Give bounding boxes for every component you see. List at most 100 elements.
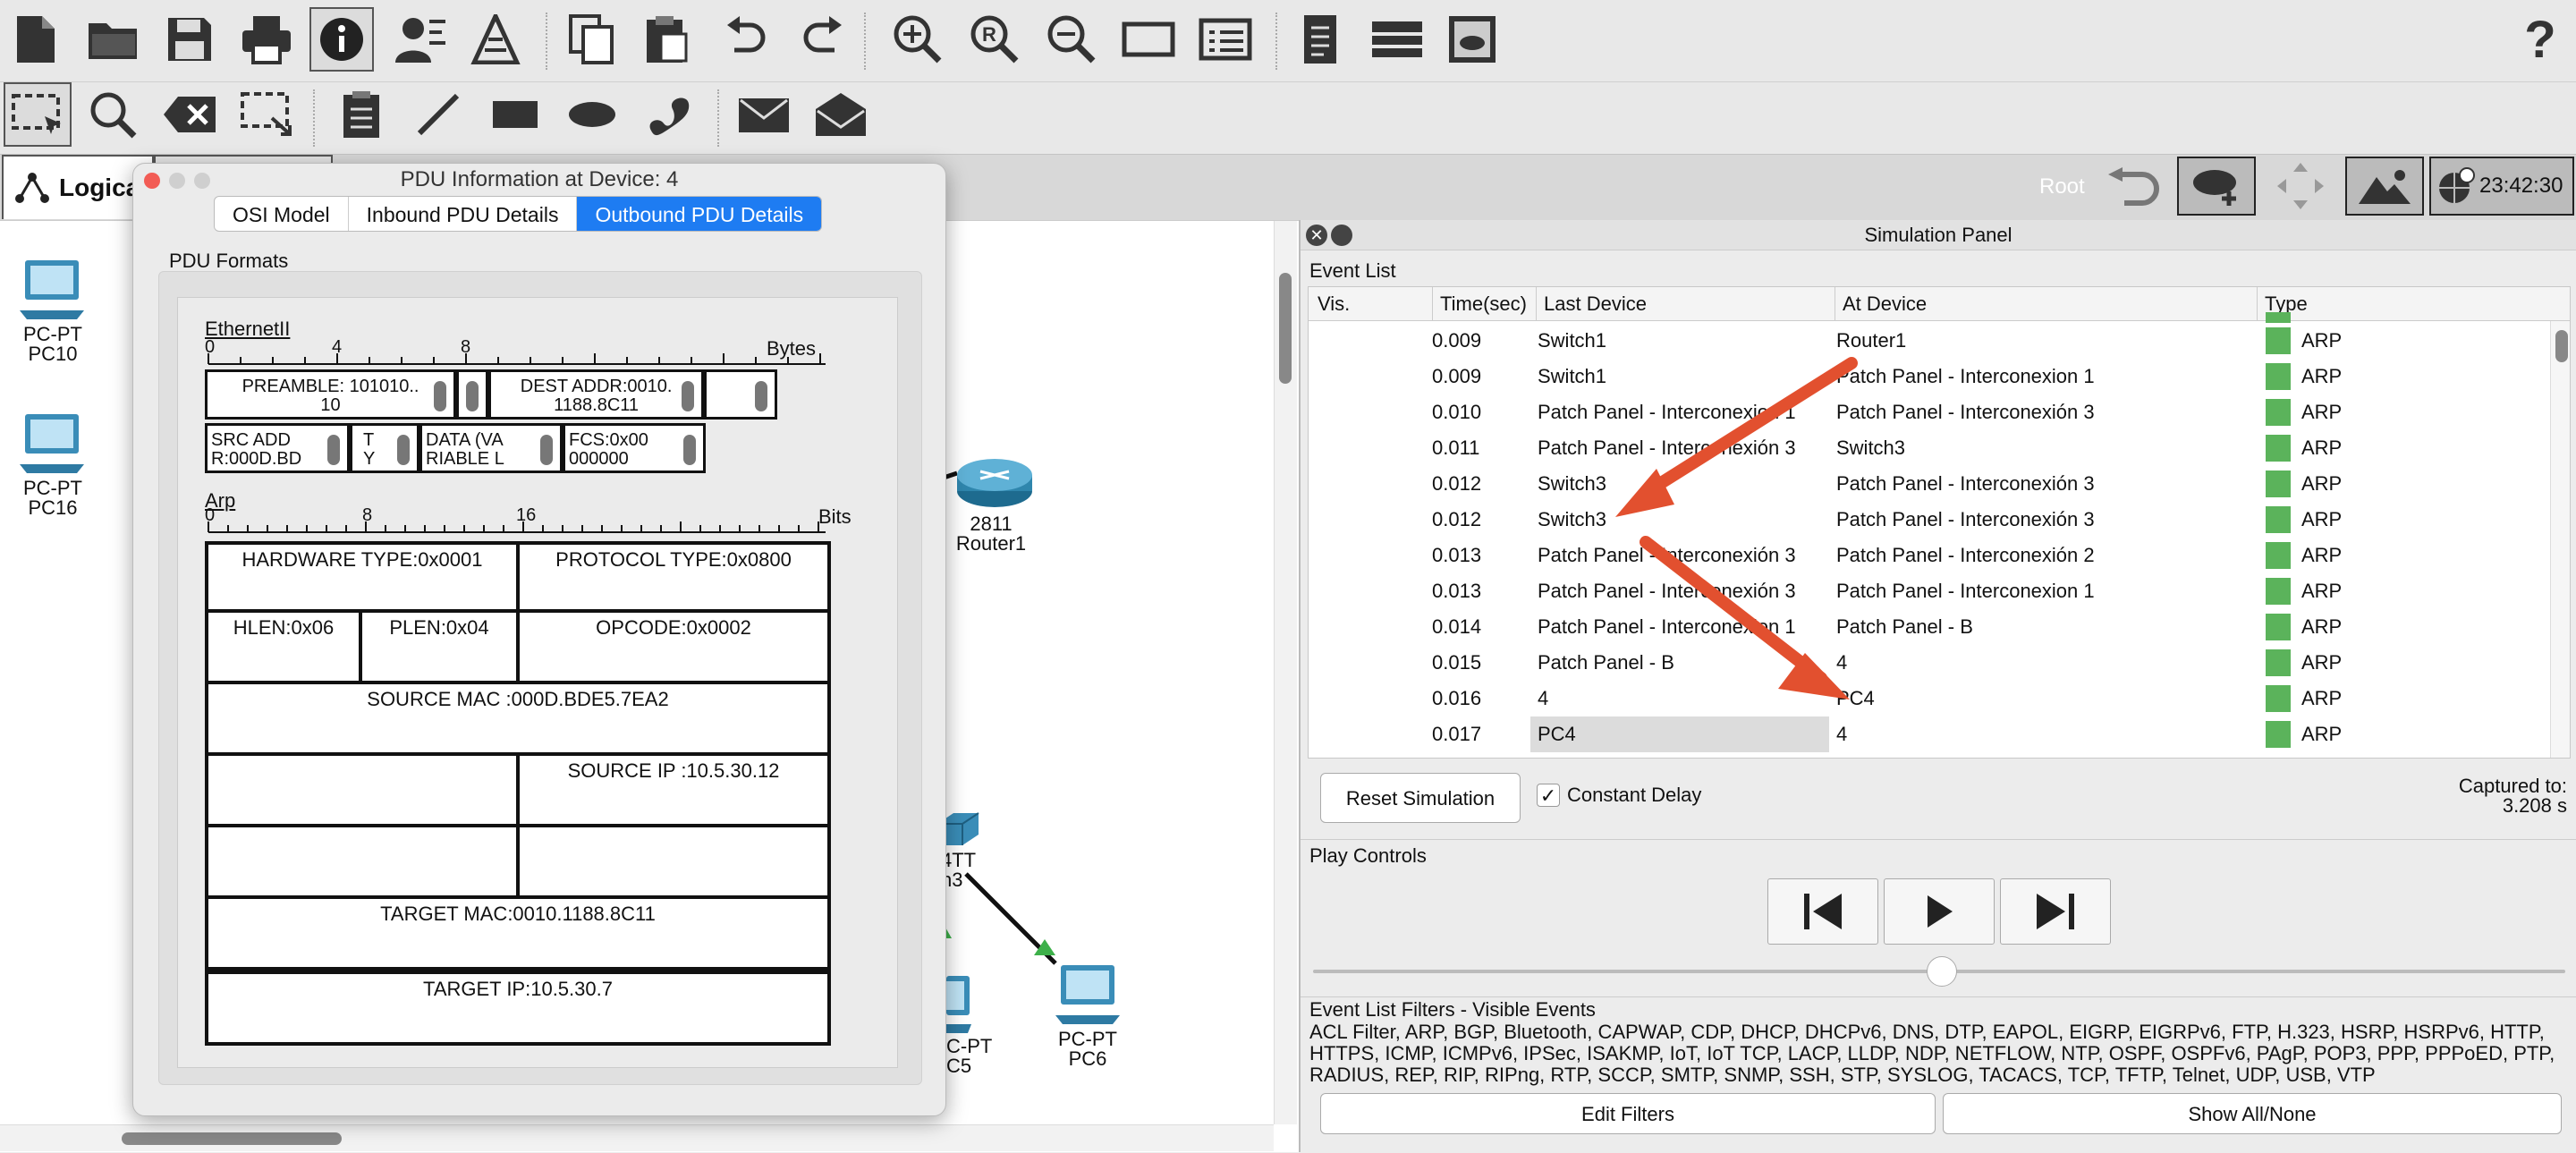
- fcs-scroll[interactable]: [683, 435, 696, 465]
- constant-delay-checkbox[interactable]: ✓: [1537, 784, 1560, 807]
- reset-simulation-button[interactable]: Reset Simulation: [1320, 773, 1521, 823]
- notes-icon[interactable]: [1288, 7, 1352, 72]
- freeform-icon[interactable]: [637, 82, 701, 147]
- note-icon[interactable]: [329, 82, 394, 147]
- table-row[interactable]: 0.012 Switch3 Patch Panel - Interconexión …: [1309, 502, 2541, 538]
- dest-addr-field: DEST ADDR:0010. 1188.8C11: [488, 369, 705, 420]
- back-arrow-icon[interactable]: [2102, 162, 2165, 212]
- speed-slider[interactable]: [1313, 956, 2565, 987]
- event-list-scrollbar-thumb[interactable]: [2555, 330, 2568, 362]
- pc-icon: [20, 260, 84, 319]
- zoom-in-icon[interactable]: [886, 7, 950, 72]
- pc10-device[interactable]: [16, 259, 88, 321]
- new-cluster-icon[interactable]: [2177, 157, 2256, 216]
- tab-outbound-pdu-details[interactable]: Outbound PDU Details: [577, 197, 822, 231]
- pdu-window-titlebar[interactable]: PDU Information at Device: 4: [133, 164, 945, 196]
- table-row[interactable]: 0.016 4 PC4 ARP: [1309, 681, 2541, 716]
- ellipse-icon[interactable]: [560, 82, 624, 147]
- router1-device[interactable]: [955, 455, 1034, 509]
- table-row[interactable]: 0.009 Switch1 Router1 ARP: [1309, 323, 2541, 359]
- custom-device-dialog-icon[interactable]: [1193, 7, 1258, 72]
- vertical-scrollbar[interactable]: [1274, 221, 1297, 1124]
- opcode-field: OPCODE:0x0002: [516, 609, 831, 684]
- table-row[interactable]: 0.013 Patch Panel - Interconexión 3 Patch …: [1309, 573, 2541, 609]
- src-addr-overflow-scroll[interactable]: [754, 381, 767, 411]
- undo-icon[interactable]: [714, 7, 778, 72]
- redo-icon[interactable]: [791, 7, 855, 72]
- pc6-device[interactable]: [1052, 963, 1123, 1028]
- globe-clock-icon: [2439, 167, 2475, 203]
- play-button[interactable]: [1884, 878, 1995, 945]
- ethernet-unit: Bytes: [767, 337, 817, 360]
- preamble-field: PREAMBLE: 101010.. 10: [205, 369, 457, 420]
- edit-filters-button[interactable]: Edit Filters: [1320, 1093, 1936, 1134]
- src-addr-scroll[interactable]: [327, 435, 340, 465]
- table-row-selected[interactable]: 0.017 PC4 4 ARP: [1309, 716, 2541, 752]
- horizontal-scrollbar[interactable]: [0, 1124, 1274, 1151]
- select-icon[interactable]: [4, 82, 72, 147]
- resize-icon[interactable]: [234, 82, 299, 147]
- print-icon[interactable]: [234, 7, 299, 72]
- step-back-button[interactable]: [1767, 878, 1878, 945]
- pdu-information-window: PDU Information at Device: 4 OSI Model I…: [132, 163, 946, 1116]
- tab-osi-model[interactable]: OSI Model: [215, 197, 349, 231]
- hlen-field: HLEN:0x06: [205, 609, 362, 684]
- root-label[interactable]: Root: [2039, 174, 2085, 199]
- realtime-clock[interactable]: 23:42:30: [2429, 157, 2574, 216]
- main-toolbar: R ?: [0, 0, 2576, 82]
- server-icon[interactable]: [1365, 7, 1429, 72]
- pc5-device[interactable]: [946, 972, 973, 1035]
- table-row[interactable]: 0.012 Switch3 Patch Panel - Interconexión …: [1309, 466, 2541, 502]
- zoom-reset-icon[interactable]: R: [962, 7, 1027, 72]
- zoom-out-icon[interactable]: [1039, 7, 1104, 72]
- preamble-scroll[interactable]: [434, 381, 447, 411]
- drawing-palette-icon[interactable]: [1116, 7, 1181, 72]
- add-simple-pdu-icon[interactable]: [732, 82, 796, 147]
- custom-device-icon[interactable]: [463, 7, 528, 72]
- source-mac-field: SOURCE MAC :000D.BDE5.7EA2: [205, 681, 831, 756]
- paste-icon[interactable]: [635, 7, 699, 72]
- dest-addr-scroll[interactable]: [682, 381, 695, 411]
- event-list-table[interactable]: Vis. Time(sec) Last Device At Device Typ…: [1308, 286, 2571, 759]
- line-icon[interactable]: [406, 82, 470, 147]
- pc16-device[interactable]: [16, 412, 88, 475]
- table-row[interactable]: 0.013 Patch Panel - Interconexión 3 Patch …: [1309, 538, 2541, 573]
- fcs-field: FCS:0x00 000000: [563, 423, 706, 473]
- help-icon[interactable]: ?: [2508, 7, 2572, 72]
- activity-wizard-icon[interactable]: [388, 7, 453, 72]
- copy-icon[interactable]: [560, 7, 624, 72]
- table-row[interactable]: 0.010 Patch Panel - Interconexion 1 Patch …: [1309, 394, 2541, 430]
- table-row[interactable]: 0.014 Patch Panel - Interconexion 1 Patch …: [1309, 609, 2541, 645]
- vertical-scrollbar-thumb[interactable]: [1279, 273, 1292, 384]
- table-row[interactable]: 0.009 Switch1 Patch Panel - Interconexion …: [1309, 359, 2541, 394]
- new-file-icon[interactable]: [4, 7, 68, 72]
- event-list-scrollbar[interactable]: [2550, 321, 2570, 758]
- tab-logical[interactable]: Logica: [2, 155, 154, 219]
- info-icon[interactable]: [309, 7, 374, 72]
- divider: [1301, 996, 2576, 997]
- inspect-icon[interactable]: [80, 82, 145, 147]
- pc6-label: PC-PT PC6: [1058, 1028, 1117, 1070]
- arp-ruler-16: 16: [516, 505, 537, 525]
- open-folder-icon[interactable]: [80, 7, 145, 72]
- save-icon[interactable]: [157, 7, 222, 72]
- add-complex-pdu-icon[interactable]: [809, 82, 873, 147]
- type-scroll[interactable]: [397, 435, 410, 465]
- table-row[interactable]: 0.015 Patch Panel - B 4 ARP: [1309, 645, 2541, 681]
- sfd-scroll[interactable]: [466, 381, 479, 411]
- screenshot-icon[interactable]: [1440, 7, 1504, 72]
- step-forward-button[interactable]: [2000, 878, 2111, 945]
- move-object-icon[interactable]: [2270, 157, 2331, 216]
- set-background-icon[interactable]: [2345, 157, 2424, 216]
- delete-icon[interactable]: [157, 82, 222, 147]
- speed-slider-thumb[interactable]: [1927, 956, 1957, 987]
- captured-value: 3.208 s: [2502, 794, 2567, 817]
- filters-text: ACL Filter, ARP, BGP, Bluetooth, CAPWAP,…: [1309, 1021, 2555, 1086]
- table-row[interactable]: 0.011 Patch Panel - Interconexión 3 Switch…: [1309, 430, 2541, 466]
- show-all-none-button[interactable]: Show All/None: [1943, 1093, 2562, 1134]
- tab-inbound-pdu-details[interactable]: Inbound PDU Details: [349, 197, 578, 231]
- horizontal-scrollbar-thumb[interactable]: [122, 1132, 342, 1145]
- event-rows: 0.009 Switch1 Router1 ARP 0.009 Switch1 Patch…: [1309, 312, 2541, 758]
- rectangle-icon[interactable]: [483, 82, 547, 147]
- data-scroll[interactable]: [540, 435, 553, 465]
